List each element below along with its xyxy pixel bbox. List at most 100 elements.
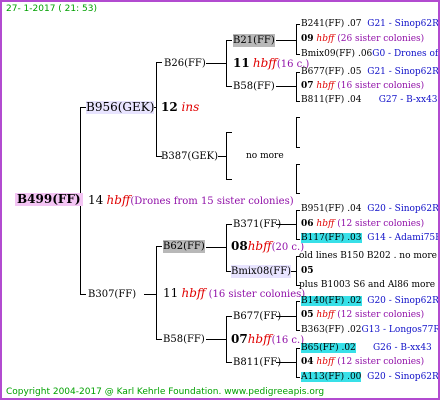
queen-B387[interactable]: B387(GEK): [161, 150, 218, 163]
drone-code: hbff: [316, 310, 335, 320]
queen-name: B811(FF): [301, 95, 345, 105]
gen4-row[interactable]: B140(FF) .02 G20 - Sinop62R: [301, 295, 438, 308]
plus-lines-note: plus B1003 S6 and Al86 more: [299, 280, 436, 290]
connector: [296, 24, 300, 25]
drone-code: hbff: [252, 56, 277, 70]
breeder-info: G13 - Longos77R: [361, 325, 440, 335]
queen-B62[interactable]: B62(FF): [163, 240, 205, 253]
connector: [156, 62, 157, 157]
queen-name: B140(FF): [301, 296, 345, 306]
connector: [296, 101, 300, 102]
sister-count: 12: [161, 100, 178, 114]
queen-B58[interactable]: B58(FF): [233, 80, 275, 93]
connector: [226, 132, 227, 180]
gen4-row[interactable]: Bmix09(FF) .06G0 - Drones oft: [301, 48, 438, 61]
drone-note: (12 sister colonies): [337, 219, 425, 229]
queen-B677[interactable]: B677(FF): [233, 310, 281, 323]
connector: [156, 339, 162, 340]
connector: [276, 86, 296, 87]
connector: [296, 330, 300, 331]
sister-count: 14: [88, 193, 104, 207]
gen4-row[interactable]: B65(FF) .02 G26 - B-xx43: [301, 342, 432, 355]
connector: [226, 224, 232, 225]
root-queen[interactable]: B499(FF): [15, 193, 83, 206]
inbreeding-value: .03: [347, 233, 362, 243]
queen-name: B65(FF): [301, 343, 339, 353]
connector: [296, 117, 297, 148]
gen4-row[interactable]: B241(FF) .07 G21 - Sinop62R: [301, 18, 438, 31]
queen-name: B951(FF): [301, 204, 345, 214]
drone-note: (12 sister colonies): [337, 310, 425, 320]
b58-drone-info: 07hbff(16 c.): [231, 333, 304, 347]
queen-name: A113(FF): [301, 372, 345, 382]
connector: [226, 224, 227, 272]
gen4-drone: 05 hbff (12 sister colonies): [301, 309, 424, 322]
connector: [156, 246, 162, 247]
gen4-row[interactable]: B951(FF) .04 G20 - Sinop62R: [301, 203, 439, 216]
queen-name: B117(FF): [301, 233, 345, 243]
connector: [296, 348, 297, 378]
connector: [296, 301, 300, 302]
drone-code: hbff: [247, 332, 272, 346]
sister-count: 11: [163, 286, 179, 300]
sister-count: 05: [301, 310, 314, 320]
gen4-drone: 06 hbff (12 sister colonies): [301, 218, 424, 231]
queen-B371[interactable]: B371(FF): [233, 218, 281, 231]
connector: [296, 256, 297, 286]
connector: [226, 316, 227, 363]
gen4-row[interactable]: A113(FF) .00 G20 - Sinop62R: [301, 371, 438, 384]
gen4-drone: 07 hbff (16 sister colonies): [301, 80, 424, 93]
connector: [296, 193, 300, 194]
connector: [296, 24, 297, 55]
drone-note: (Drones from 15 sister colonies): [130, 196, 294, 207]
queen-B811[interactable]: B811(FF): [233, 356, 281, 369]
drone-code: hbff: [181, 286, 206, 300]
inbreeding-value: .06: [357, 49, 373, 59]
connector: [206, 63, 226, 64]
sister-count: 08: [231, 239, 248, 253]
queen-B956[interactable]: B956(GEK): [86, 101, 155, 114]
connector: [218, 156, 226, 157]
timestamp: 27- 1-2017 ( 21: 53): [6, 4, 97, 14]
gen4-row[interactable]: B117(FF) .03 G14 - Adami75R: [301, 232, 440, 245]
gen4-drone: 09 hbff (26 sister colonies): [301, 33, 424, 46]
queen-name: B677(FF): [301, 67, 345, 77]
drone-note: (16 sister colonies): [337, 81, 425, 91]
sister-count: 04: [301, 357, 314, 367]
queen-B26[interactable]: B26(FF): [164, 57, 206, 70]
drone-code: ins: [181, 100, 200, 114]
connector: [226, 40, 232, 41]
breeder-info: G14 - Adami75R: [367, 233, 440, 243]
connector: [296, 54, 300, 55]
queen-B58[interactable]: B58(FF): [163, 333, 205, 346]
root-drone-info: 14 hbff(Drones from 15 sister colonies): [88, 194, 294, 208]
queen-Bmix08[interactable]: Bmix08(FF): [231, 265, 292, 278]
connector: [296, 348, 300, 349]
queen-B307[interactable]: B307(FF): [88, 288, 136, 301]
inbreeding-value: .00: [347, 372, 362, 382]
inbreeding-value: .07: [347, 19, 362, 29]
gen4-row[interactable]: B363(FF) .02G13 - Longos77R: [301, 324, 440, 337]
drone-note: (16 c.): [271, 335, 305, 346]
gen4-row[interactable]: B677(FF) .05 G21 - Sinop62R: [301, 66, 439, 79]
copyright-footer: Copyright 2004-2017 @ Karl Kehrle Founda…: [6, 387, 325, 397]
connector: [156, 62, 162, 63]
connector: [80, 294, 86, 295]
connector: [206, 339, 226, 340]
queen-B21[interactable]: B21(FF): [233, 34, 275, 47]
connector: [144, 294, 156, 295]
drone-code: hbff: [316, 81, 335, 91]
b956-drone-info: 12 ins: [161, 101, 199, 114]
breeder-info: G20 - Sinop62R: [367, 204, 439, 214]
inbreeding-value: .02: [347, 325, 362, 335]
connector: [296, 164, 300, 165]
inbreeding-value: .02: [341, 343, 356, 353]
gen4-row[interactable]: B811(FF) .04 G27 - B-xx43: [301, 94, 438, 107]
drone-code: hbff: [247, 239, 272, 253]
drone-note: (16 sister colonies): [208, 289, 306, 300]
old-lines-note: old lines B150 B202 . no more: [299, 251, 437, 261]
breeder-info: G27 - B-xx43: [378, 95, 438, 105]
gen4-drone: 04 hbff (12 sister colonies): [301, 356, 424, 369]
inbreeding-value: .04: [347, 95, 362, 105]
breeder-info: G21 - Sinop62R: [367, 67, 439, 77]
